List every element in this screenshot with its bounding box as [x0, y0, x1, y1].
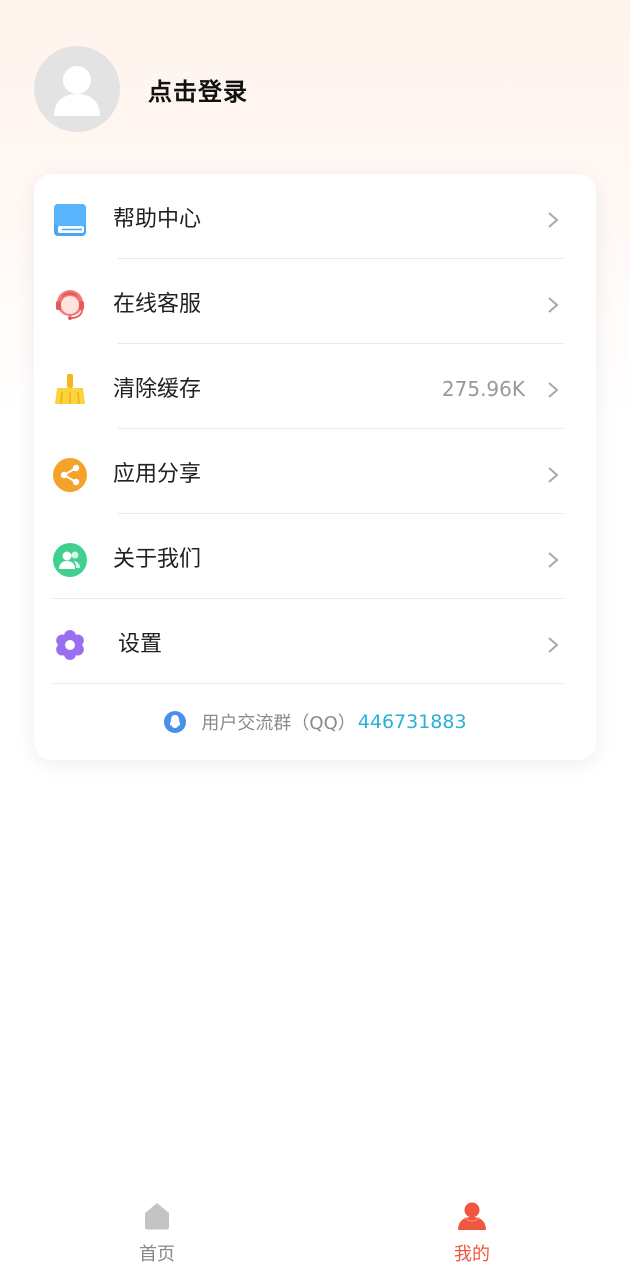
chevron-right-icon — [548, 212, 559, 228]
avatar[interactable] — [34, 46, 120, 132]
divider — [53, 598, 563, 599]
qq-group-row[interactable]: 用户交流群（QQ） 446731883 — [34, 702, 596, 742]
menu-item-clear-cache[interactable]: 清除缓存 275.96K — [34, 347, 596, 432]
qq-group-number[interactable]: 446731883 — [358, 711, 467, 733]
default-avatar-icon — [54, 66, 100, 116]
divider — [118, 428, 563, 429]
qq-icon — [164, 711, 187, 733]
broom-icon — [55, 374, 85, 405]
menu-item-app-share[interactable]: 应用分享 — [34, 432, 596, 517]
tab-label: 我的 — [454, 1244, 490, 1265]
book-icon — [54, 204, 86, 236]
menu-item-label: 清除缓存 — [113, 377, 202, 402]
people-icon — [53, 543, 87, 577]
headset-icon — [56, 290, 84, 320]
tab-home[interactable]: 首页 — [97, 1190, 217, 1280]
profile-header[interactable]: 点击登录 — [34, 46, 248, 132]
menu-item-label: 设置 — [118, 632, 163, 657]
login-link[interactable]: 点击登录 — [148, 72, 248, 107]
divider — [118, 258, 563, 259]
divider — [118, 513, 563, 514]
menu-item-settings[interactable]: 设置 — [34, 602, 596, 687]
qq-group-label: 用户交流群（QQ） — [201, 713, 356, 734]
home-icon — [145, 1203, 169, 1230]
menu-item-label: 应用分享 — [113, 462, 202, 487]
gear-icon — [56, 630, 84, 660]
user-icon — [458, 1202, 486, 1230]
menu-item-label: 帮助中心 — [113, 207, 202, 232]
tab-label: 首页 — [139, 1244, 175, 1265]
chevron-right-icon — [548, 637, 559, 653]
chevron-right-icon — [548, 467, 559, 483]
divider — [118, 343, 563, 344]
bottom-tab-bar: 首页 我的 — [0, 1190, 630, 1280]
share-icon — [53, 458, 87, 492]
menu-item-about-us[interactable]: 关于我们 — [34, 517, 596, 602]
chevron-right-icon — [548, 382, 559, 398]
menu-item-help-center[interactable]: 帮助中心 — [34, 177, 596, 262]
tab-mine[interactable]: 我的 — [412, 1190, 532, 1280]
chevron-right-icon — [548, 297, 559, 313]
divider — [53, 683, 563, 684]
menu-item-label: 在线客服 — [113, 292, 202, 317]
menu-item-label: 关于我们 — [113, 547, 202, 572]
menu-card: 帮助中心 在线客服 清除缓存 275.96K 应用分享 关于我们 设置 用户交流… — [34, 174, 596, 760]
chevron-right-icon — [548, 552, 559, 568]
cache-size-value: 275.96K — [441, 377, 525, 401]
menu-item-online-service[interactable]: 在线客服 — [34, 262, 596, 347]
